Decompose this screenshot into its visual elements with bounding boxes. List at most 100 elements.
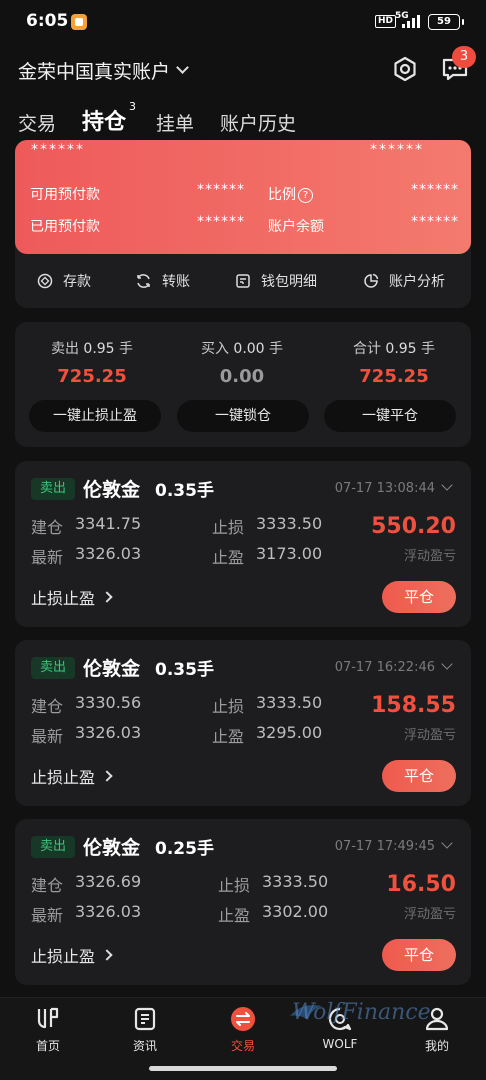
nav-profile-label: 我的 <box>424 1039 449 1053</box>
transfer-button[interactable]: 转账 <box>135 271 190 291</box>
status-bar: 6:05 HD 5G 59 <box>0 0 486 44</box>
sltp-link-label: 止损止盈 <box>31 589 96 608</box>
deposit-button[interactable]: 存款 <box>37 271 91 291</box>
take-profit-label: 止盈 <box>218 906 251 925</box>
sltp-link[interactable]: 止损止盈 <box>31 943 113 967</box>
sltp-link-label: 止损止盈 <box>31 768 96 787</box>
close-position-button[interactable]: 平仓 <box>382 581 456 613</box>
wallet-detail-label: 钱包明细 <box>261 274 317 290</box>
open-price-label: 建仓 <box>31 697 64 716</box>
buy-summary-label: 买入 0.00 手 <box>167 338 317 358</box>
message-badge: 3 <box>452 46 476 68</box>
battery-level: 59 <box>437 16 451 27</box>
open-time: 07-17 16:22:46 <box>334 660 435 675</box>
chevron-right-icon <box>101 949 113 961</box>
nav-news-label: 资讯 <box>132 1039 157 1053</box>
open-price-label: 建仓 <box>31 518 64 537</box>
open-price: 3326.69 <box>75 872 142 891</box>
chevron-right-icon <box>101 591 113 603</box>
status-time: 6:05 <box>26 11 69 31</box>
lot-size: 0.25手 <box>155 839 214 859</box>
transfer-label: 转账 <box>162 274 190 290</box>
sell-lots: 0.95 <box>83 341 115 357</box>
sltp-link[interactable]: 止损止盈 <box>31 764 113 788</box>
balance-value: ****** <box>411 214 459 230</box>
tab-pending-orders[interactable]: 挂单 <box>156 109 194 136</box>
one-click-sltp-button[interactable]: 一键止损止盈 <box>29 400 161 432</box>
available-prepay-value: ****** <box>197 182 245 198</box>
expand-chevron-icon[interactable] <box>441 837 453 849</box>
nav-home[interactable]: 首页 <box>18 1006 78 1054</box>
side-tag-sell: 卖出 <box>31 657 75 679</box>
notification-app-icon <box>71 14 87 30</box>
position-card: 卖出 伦敦金 0.35手 07-17 13:08:44 建仓 3341.75 止… <box>15 461 471 627</box>
expand-chevron-icon[interactable] <box>441 658 453 670</box>
nav-trade[interactable]: 交易 <box>213 1006 273 1054</box>
total-label: 合计 <box>352 341 381 357</box>
account-selector[interactable]: 金荣中国真实账户 <box>18 56 189 84</box>
masked-profit: ****** <box>370 142 424 158</box>
position-card: 卖出 伦敦金 0.35手 07-17 16:22:46 建仓 3330.56 止… <box>15 640 471 806</box>
take-profit-price: 3295.00 <box>256 723 323 742</box>
tab-trade[interactable]: 交易 <box>18 109 56 136</box>
last-price: 3326.03 <box>75 902 142 921</box>
buy-lots: 0.00 <box>233 341 265 357</box>
nav-trade-label: 交易 <box>230 1039 255 1053</box>
nav-news[interactable]: 资讯 <box>115 1006 175 1054</box>
deposit-label: 存款 <box>63 274 91 290</box>
one-click-close-all-button[interactable]: 一键平仓 <box>324 400 456 432</box>
floating-pnl-label: 浮动盈亏 <box>403 549 456 564</box>
floating-pnl: 16.50 <box>386 872 456 897</box>
used-prepay-value: ****** <box>197 214 245 230</box>
tab-positions-label: 持仓 <box>82 110 127 135</box>
sell-summary: 卖出 0.95 手 725.25 <box>17 338 167 387</box>
take-profit-price: 3302.00 <box>262 902 329 921</box>
expand-chevron-icon[interactable] <box>441 479 453 491</box>
signal-icon <box>402 14 424 28</box>
tab-positions-count: 3 <box>129 100 137 113</box>
sltp-link-label: 止损止盈 <box>31 947 96 966</box>
hd-indicator: HD <box>375 15 397 28</box>
analysis-icon <box>364 273 379 288</box>
tab-positions[interactable]: 持仓 3 <box>82 100 136 136</box>
floating-pnl: 550.20 <box>371 514 456 539</box>
total-lots: 0.95 <box>385 341 417 357</box>
one-click-lock-button[interactable]: 一键锁仓 <box>177 400 309 432</box>
take-profit-label: 止盈 <box>212 727 245 746</box>
open-time: 07-17 13:08:44 <box>334 481 435 496</box>
wallet-detail-icon <box>236 274 250 288</box>
ratio-field: 比例? <box>268 184 313 204</box>
watermark-text: WolfFinance <box>292 1000 431 1025</box>
close-position-button[interactable]: 平仓 <box>382 760 456 792</box>
settings-icon[interactable] <box>392 56 418 82</box>
side-tag-sell: 卖出 <box>31 478 75 500</box>
main-tabs: 交易 持仓 3 挂单 账户历史 <box>18 100 322 136</box>
lot-size: 0.35手 <box>155 481 214 501</box>
last-price: 3326.03 <box>75 544 142 563</box>
sell-label: 卖出 <box>50 341 79 357</box>
nav-home-label: 首页 <box>35 1039 60 1053</box>
help-icon[interactable]: ? <box>298 188 313 203</box>
funds-banner: ****** ****** 可用预付款 ****** 比例? ****** 已用… <box>15 140 471 254</box>
stop-loss-label: 止损 <box>212 518 245 537</box>
symbol-name: 伦敦金 <box>83 837 141 859</box>
total-summary: 合计 0.95 手 725.25 <box>319 338 469 387</box>
buy-unit: 手 <box>269 341 284 357</box>
take-profit-price: 3173.00 <box>256 544 323 563</box>
available-prepay-label: 可用预付款 <box>30 187 100 203</box>
close-position-button[interactable]: 平仓 <box>382 939 456 971</box>
last-price-label: 最新 <box>31 727 64 746</box>
buy-label: 买入 <box>200 341 229 357</box>
deposit-icon <box>37 273 53 289</box>
wallet-detail-button[interactable]: 钱包明细 <box>235 271 317 291</box>
take-profit-label: 止盈 <box>212 548 245 567</box>
floating-pnl: 158.55 <box>371 693 456 718</box>
tab-account-history[interactable]: 账户历史 <box>220 109 296 136</box>
sell-total-value: 725.25 <box>57 366 127 387</box>
account-analysis-label: 账户分析 <box>389 274 445 290</box>
home-indicator[interactable] <box>149 1066 337 1071</box>
account-analysis-button[interactable]: 账户分析 <box>363 271 445 291</box>
stop-loss-label: 止损 <box>212 697 245 716</box>
sltp-link[interactable]: 止损止盈 <box>31 585 113 609</box>
last-price-label: 最新 <box>31 906 64 925</box>
